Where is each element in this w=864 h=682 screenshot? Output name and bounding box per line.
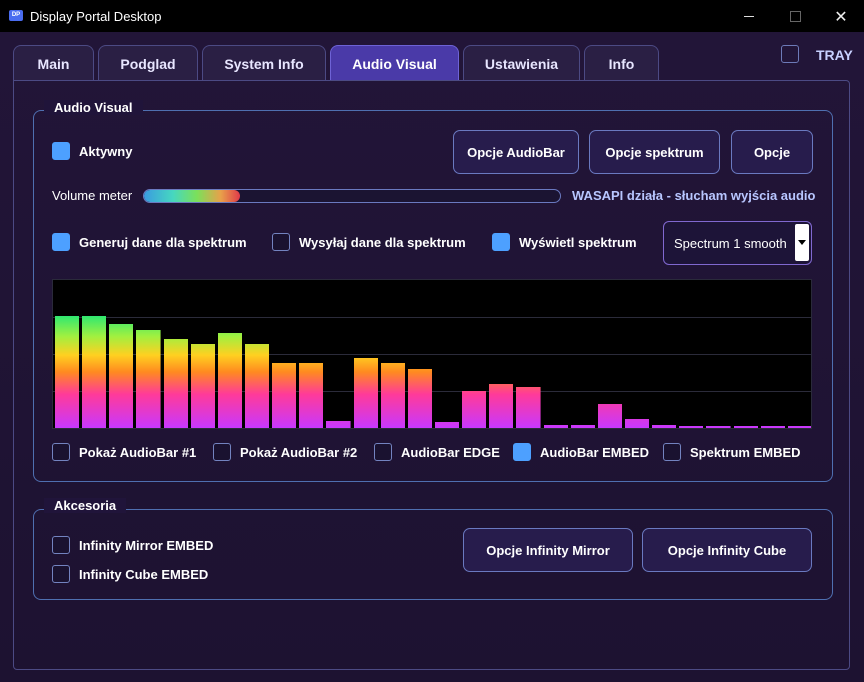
spectrum-gridline: [53, 317, 811, 318]
aktywny-checkbox[interactable]: Aktywny: [52, 142, 132, 160]
wysylaj-label: Wysyłaj dane dla spektrum: [299, 234, 466, 250]
opcje-infinity-mirror-button[interactable]: Opcje Infinity Mirror: [463, 528, 633, 572]
checkbox-box: [52, 536, 70, 554]
spectrum-bar: [679, 426, 704, 428]
maximize-button[interactable]: [772, 0, 818, 32]
checkbox-box: [272, 233, 290, 251]
pokaz-audiobar-2-label: Pokaż AudioBar #2: [240, 444, 358, 460]
close-button[interactable]: ✕: [818, 0, 864, 32]
spectrum-bar: [109, 324, 134, 428]
audiobar-embed-label: AudioBar EMBED: [540, 444, 650, 460]
spectrum-bar: [245, 344, 270, 428]
title-bar: DP Display Portal Desktop ✕: [0, 0, 864, 32]
checkbox-box: [513, 443, 531, 461]
spectrum-bar: [570, 425, 595, 428]
tray-label: TRAY: [816, 47, 853, 63]
opcje-infinity-cube-button[interactable]: Opcje Infinity Cube: [642, 528, 812, 572]
generuj-label: Generuj dane dla spektrum: [79, 234, 247, 250]
checkbox-box: [374, 443, 392, 461]
window-title: Display Portal Desktop: [30, 9, 162, 24]
opcje-audiobar-button[interactable]: Opcje AudioBar: [453, 130, 579, 174]
spectrum-bar: [787, 426, 811, 428]
spectrum-mode-value: Spectrum 1 smooth: [674, 236, 787, 251]
spectrum-bar: [407, 369, 432, 428]
spectrum-bar: [760, 426, 785, 428]
spektrum-embed-label: Spektrum EMBED: [690, 444, 801, 460]
spectrum-bar: [136, 330, 161, 428]
spectrum-bar: [190, 344, 215, 428]
spectrum-mode-select[interactable]: Spectrum 1 smooth: [663, 221, 812, 265]
wasapi-status: WASAPI działa - słucham wyjścia audio: [572, 188, 816, 203]
spectrum-bar: [380, 363, 405, 428]
audiobar-embed-checkbox[interactable]: AudioBar EMBED: [513, 443, 649, 461]
minimize-button[interactable]: [726, 0, 772, 32]
tab-audio-visual[interactable]: Audio Visual: [330, 45, 459, 81]
infinity-mirror-embed-checkbox[interactable]: Infinity Mirror EMBED: [52, 536, 213, 554]
audio-visual-group-title: Audio Visual: [44, 100, 143, 115]
client-area: Main Podglad System Info Audio Visual Us…: [0, 32, 864, 682]
spectrum-bar: [625, 419, 650, 428]
spectrum-bar: [733, 426, 758, 428]
tab-main[interactable]: Main: [13, 45, 94, 81]
wyswietl-label: Wyświetl spektrum: [519, 234, 637, 250]
spectrum-bar: [706, 426, 731, 428]
tab-ustawienia[interactable]: Ustawienia: [463, 45, 580, 81]
spectrum-display: [52, 279, 812, 429]
wyswietl-checkbox[interactable]: Wyświetl spektrum: [492, 233, 637, 251]
infinity-mirror-embed-label: Infinity Mirror EMBED: [79, 537, 214, 553]
spectrum-bar: [163, 339, 188, 428]
spectrum-bar: [597, 404, 622, 428]
tab-system-info[interactable]: System Info: [202, 45, 326, 81]
tray-checkbox[interactable]: [781, 45, 799, 63]
volume-meter-label: Volume meter: [52, 188, 133, 203]
volume-meter: [143, 189, 561, 203]
tab-podglad[interactable]: Podglad: [98, 45, 198, 81]
spectrum-bar: [326, 421, 351, 428]
maximize-icon: [789, 10, 801, 22]
checkbox-box: [52, 565, 70, 583]
minimize-icon: [744, 15, 754, 17]
spectrum-bar: [353, 358, 378, 428]
tab-info[interactable]: Info: [584, 45, 659, 81]
checkbox-box: [213, 443, 231, 461]
opcje-button[interactable]: Opcje: [731, 130, 813, 174]
checkbox-box: [52, 443, 70, 461]
spectrum-bar: [82, 316, 107, 428]
opcje-spektrum-button[interactable]: Opcje spektrum: [589, 130, 720, 174]
spectrum-bar: [489, 384, 514, 428]
pokaz-audiobar-2-checkbox[interactable]: Pokaż AudioBar #2: [213, 443, 357, 461]
spectrum-bar: [516, 387, 541, 428]
chevron-down-icon[interactable]: [795, 224, 809, 261]
generuj-checkbox[interactable]: Generuj dane dla spektrum: [52, 233, 247, 251]
audiobar-edge-label: AudioBar EDGE: [401, 444, 500, 460]
akcesoria-group-title: Akcesoria: [44, 498, 127, 513]
checkbox-box: [492, 233, 510, 251]
app-icon: DP: [9, 10, 23, 21]
infinity-cube-embed-checkbox[interactable]: Infinity Cube EMBED: [52, 565, 208, 583]
spectrum-bar: [299, 363, 324, 428]
pokaz-audiobar-1-label: Pokaż AudioBar #1: [79, 444, 197, 460]
spectrum-bar: [217, 333, 242, 428]
spectrum-bar: [543, 425, 568, 428]
spektrum-embed-checkbox[interactable]: Spektrum EMBED: [663, 443, 801, 461]
spectrum-bar: [435, 422, 460, 428]
spectrum-bar: [55, 316, 80, 428]
pokaz-audiobar-1-checkbox[interactable]: Pokaż AudioBar #1: [52, 443, 196, 461]
spectrum-bar: [652, 425, 677, 428]
spectrum-bar: [272, 363, 297, 428]
spectrum-bar: [462, 391, 487, 428]
aktywny-label: Aktywny: [79, 143, 133, 159]
checkbox-box: [663, 443, 681, 461]
close-icon: ✕: [834, 6, 848, 26]
audiobar-edge-checkbox[interactable]: AudioBar EDGE: [374, 443, 500, 461]
infinity-cube-embed-label: Infinity Cube EMBED: [79, 566, 209, 582]
checkbox-box: [52, 233, 70, 251]
volume-meter-fill: [144, 190, 240, 202]
checkbox-box: [52, 142, 70, 160]
wysylaj-checkbox[interactable]: Wysyłaj dane dla spektrum: [272, 233, 466, 251]
